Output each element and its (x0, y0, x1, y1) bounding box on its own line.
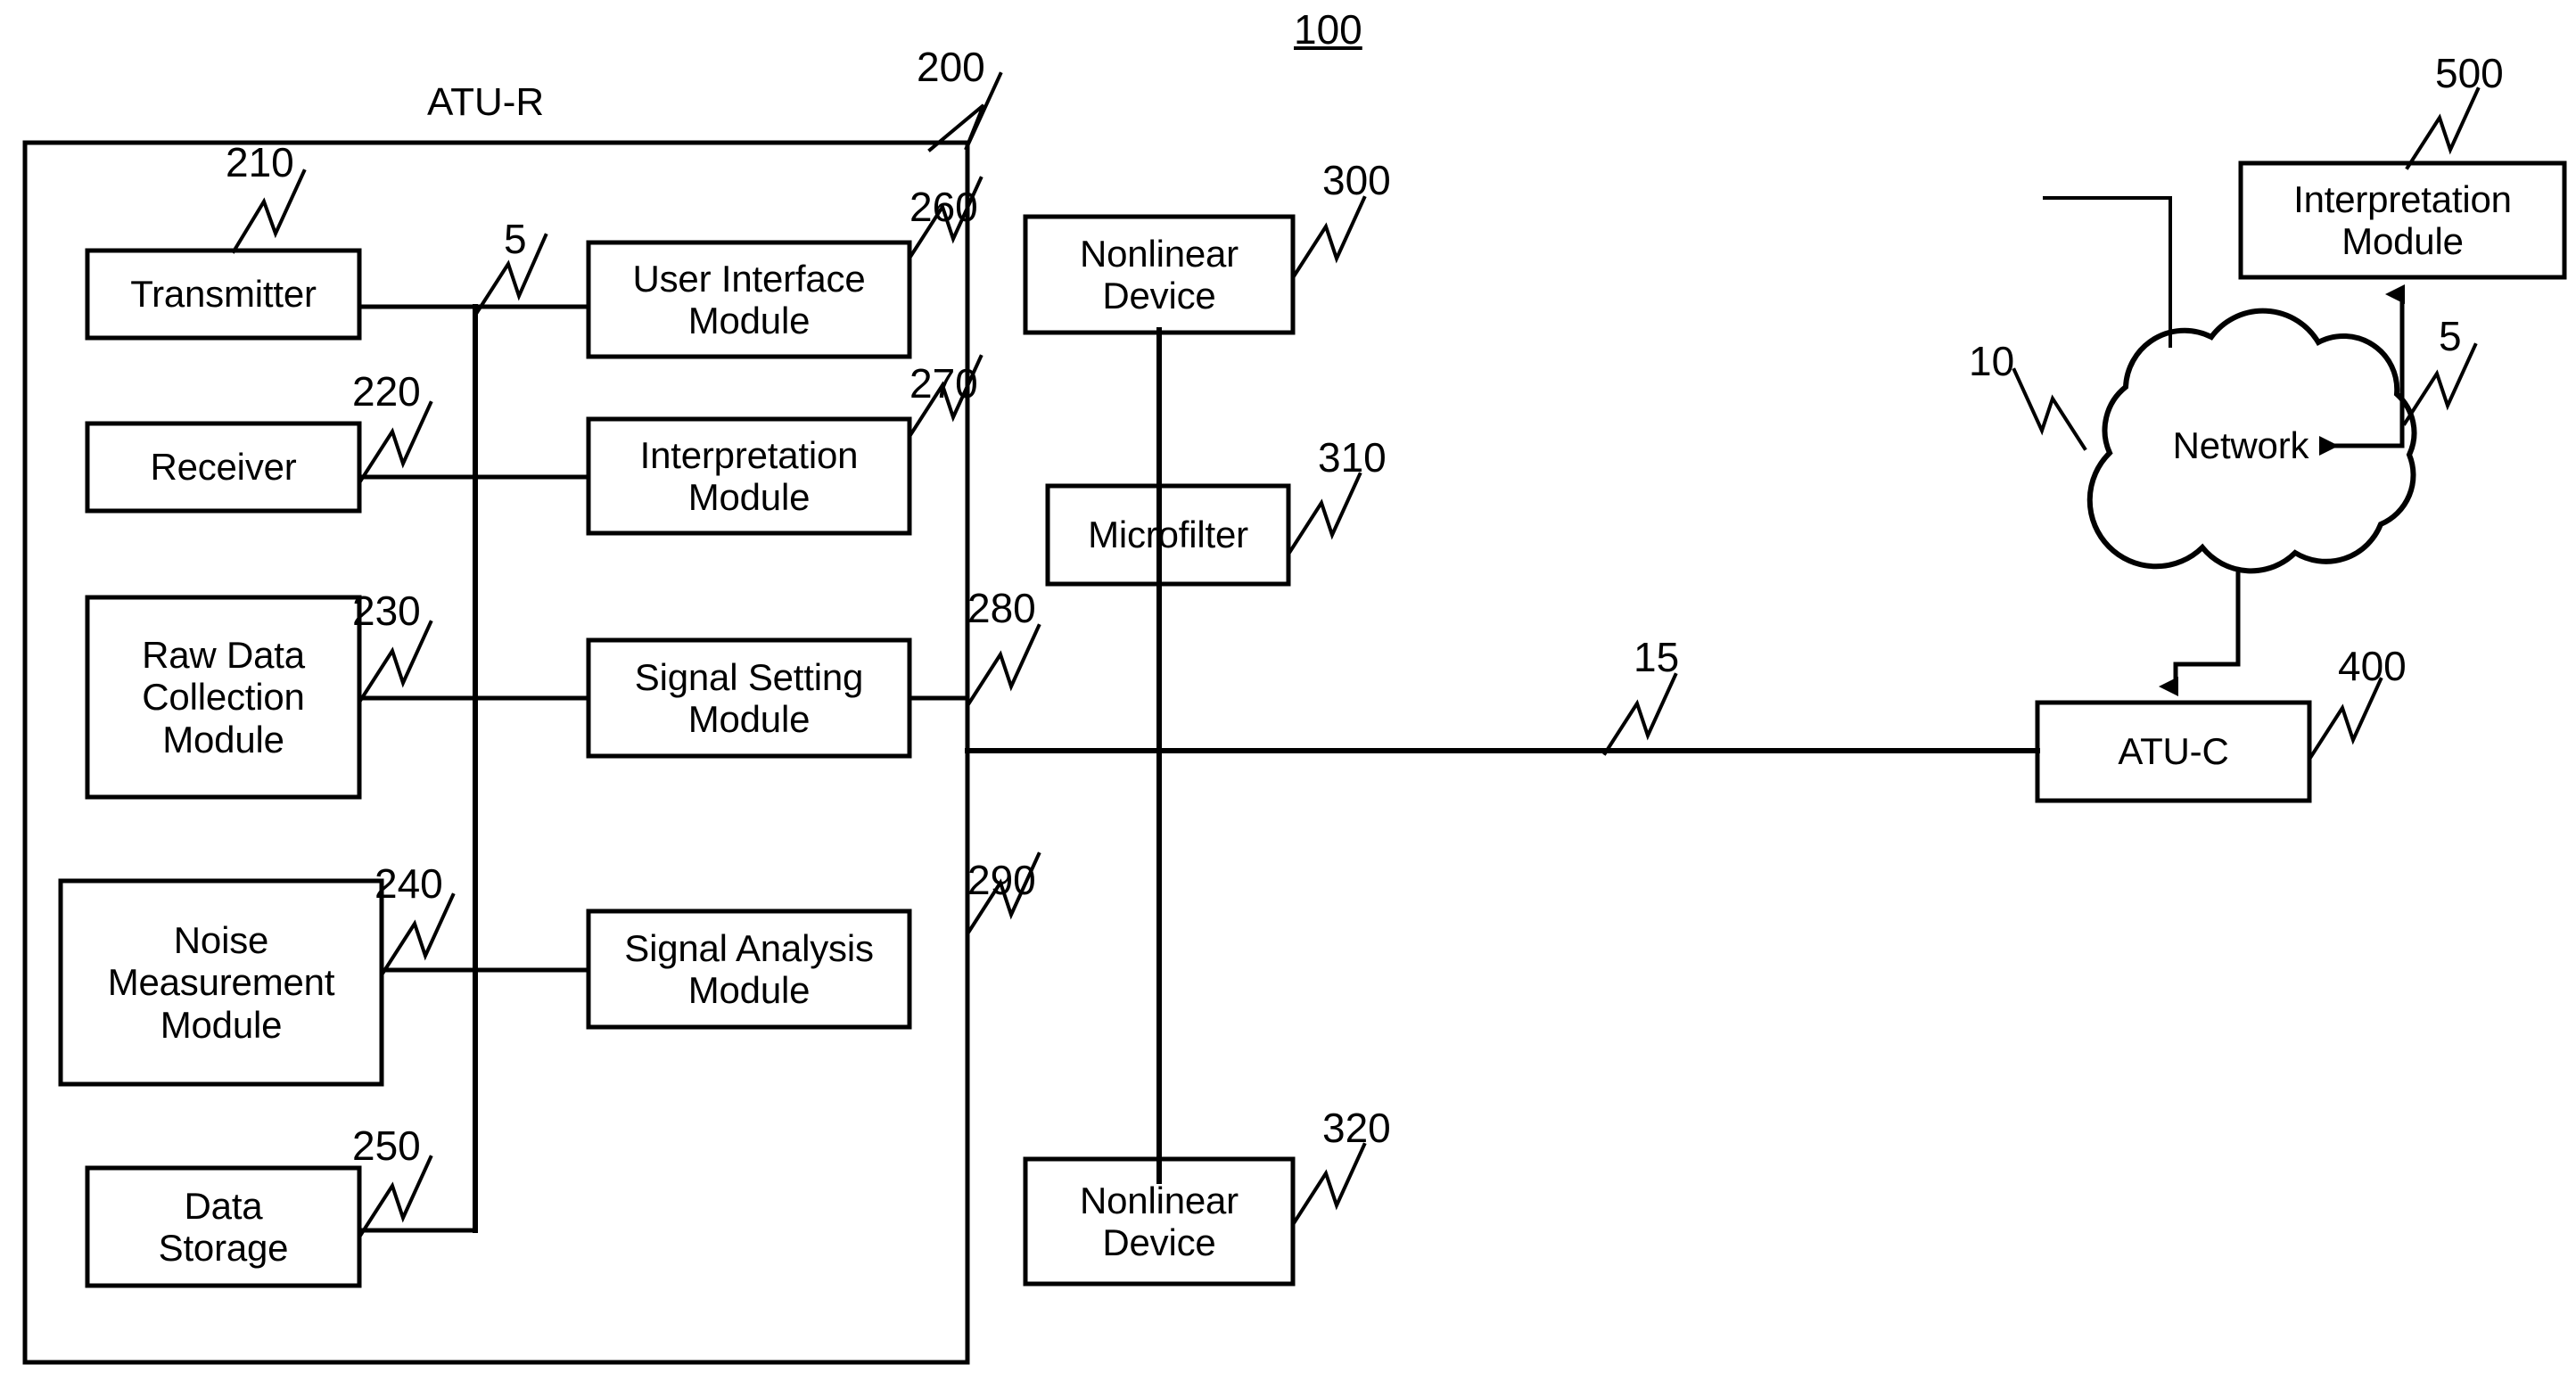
module-signal-setting: Signal Setting Module (634, 655, 864, 740)
cloud-top-stub (2043, 196, 2172, 348)
ref-10: 10 (1969, 338, 2015, 384)
ref-5-internal: 5 (504, 216, 527, 262)
node-network: Network (2172, 424, 2309, 467)
atu-r-title: ATU-R (427, 80, 545, 124)
ref-280: 280 (967, 585, 1036, 631)
patent-figure: 100 ATU-R 5 200 Transmitter 210 Receiver… (0, 0, 2576, 1373)
leader-280 (966, 623, 1041, 707)
module-data-storage: Data Storage (158, 1184, 289, 1269)
ref-400: 400 (2338, 643, 2407, 689)
ref-500: 500 (2435, 50, 2504, 96)
device-microfilter: Microfilter (1088, 514, 1248, 556)
device-nonlinear-top: Nonlinear Device (1080, 232, 1239, 317)
ref-230: 230 (352, 588, 421, 634)
ref-260: 260 (909, 184, 978, 230)
leader-310 (1287, 472, 1362, 555)
module-transmitter: Transmitter (130, 273, 317, 316)
ref-270: 270 (909, 360, 978, 407)
leader-10 (2012, 367, 2087, 451)
atu-c-network-arrow (2159, 552, 2241, 696)
ref-240: 240 (374, 860, 443, 907)
ref-5-network: 5 (2439, 313, 2462, 359)
leader-500 (2405, 86, 2481, 170)
node-atu-c: ATU-C (2118, 730, 2229, 773)
ref-300: 300 (1322, 157, 1391, 203)
module-raw-data-collection: Raw Data Collection Module (142, 634, 305, 760)
ref-320: 320 (1322, 1105, 1391, 1151)
ref-210: 210 (226, 139, 294, 185)
ref-220: 220 (352, 368, 421, 415)
leader-400 (2308, 677, 2383, 760)
figure-number: 100 (1294, 6, 1362, 53)
node-remote-interpretation: Interpretation Module (2293, 177, 2512, 262)
ref-15: 15 (1634, 634, 1680, 680)
ref-290: 290 (967, 857, 1036, 903)
module-signal-analysis: Signal Analysis Module (624, 926, 874, 1011)
module-user-interface: User Interface Module (632, 257, 866, 341)
device-nonlinear-bottom: Nonlinear Device (1080, 1179, 1239, 1263)
ref-200: 200 (917, 44, 985, 90)
module-receiver: Receiver (150, 446, 297, 489)
ref-250: 250 (352, 1122, 421, 1169)
leader-320 (1291, 1142, 1367, 1226)
module-noise-measurement: Noise Measurement Module (107, 919, 335, 1046)
module-interpretation: Interpretation Module (639, 433, 859, 518)
leader-300 (1291, 195, 1367, 279)
ref-310: 310 (1318, 434, 1387, 481)
leader-15 (1602, 672, 1678, 756)
